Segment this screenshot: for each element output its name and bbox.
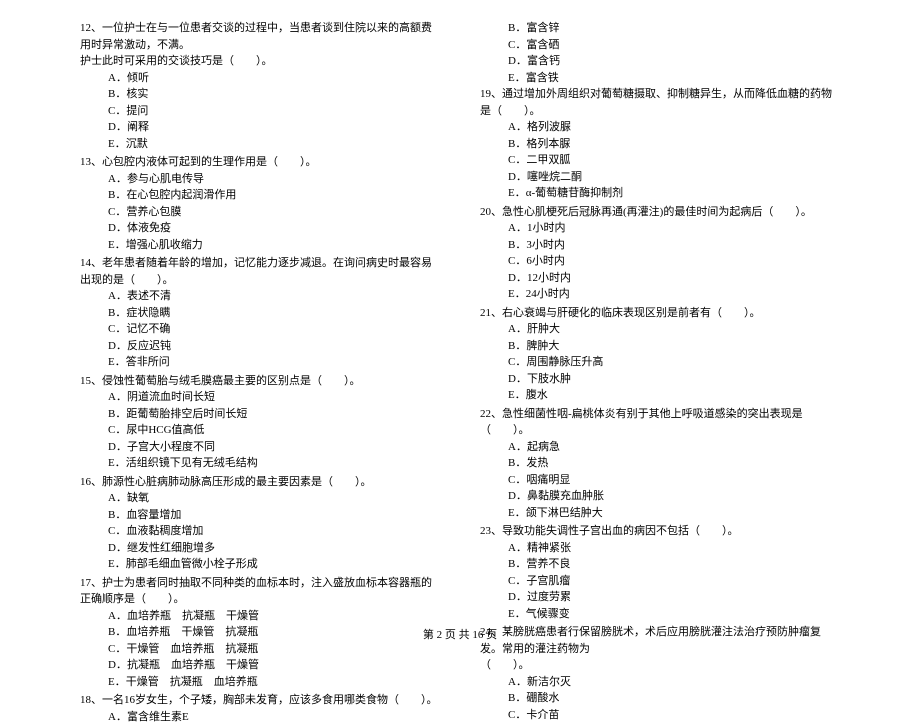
question-option: A．缺氧 <box>80 490 440 507</box>
question-text: 14、老年患者随着年龄的增加，记忆能力逐步减退。在询问病史时最容易出现的是（ ）… <box>80 255 440 288</box>
question-option: E．24小时内 <box>480 286 840 303</box>
question-option: A．表述不清 <box>80 288 440 305</box>
question-option: E．α-葡萄糖苷酶抑制剂 <box>480 185 840 202</box>
question-option: A．倾听 <box>80 70 440 87</box>
question-continue: （ ）。 <box>480 657 840 674</box>
question-option: B．富含锌 <box>480 20 840 37</box>
question-block: 18、一名16岁女生，个子矮，胸部未发育，应该多食用哪类食物（ ）。A．富含维生… <box>80 692 440 725</box>
question-block: 20、急性心肌梗死后冠脉再通(再灌注)的最佳时间为起病后（ ）。A．1小时内B．… <box>480 204 840 303</box>
question-option: C．卡介苗 <box>480 707 840 724</box>
page-container: 12、一位护士在与一位患者交谈的过程中，当患者谈到住院以来的高额费用时异常激动，… <box>0 20 920 727</box>
question-option: C．提问 <box>80 103 440 120</box>
question-block: 23、导致功能失调性子宫出血的病因不包括（ ）。A．精神紧张B．营养不良C．子宫… <box>480 523 840 622</box>
question-option: B．发热 <box>480 455 840 472</box>
question-option: C．干燥管 血培养瓶 抗凝瓶 <box>80 641 440 658</box>
question-option: D．阐释 <box>80 119 440 136</box>
question-option: D．鼻黏膜充血肿胀 <box>480 488 840 505</box>
question-option: C．6小时内 <box>480 253 840 270</box>
question-option: D．反应迟钝 <box>80 338 440 355</box>
question-option: D．下肢水肿 <box>480 371 840 388</box>
question-option: C．血液黏稠度增加 <box>80 523 440 540</box>
question-text: 12、一位护士在与一位患者交谈的过程中，当患者谈到住院以来的高额费用时异常激动，… <box>80 20 440 53</box>
question-text: 19、通过增加外周组织对葡萄糖摄取、抑制糖异生，从而降低血糖的药物是（ ）。 <box>480 86 840 119</box>
question-option: D．噻唑烷二酮 <box>480 169 840 186</box>
question-block: 13、心包腔内液体可起到的生理作用是（ ）。A．参与心肌电传导B．在心包腔内起润… <box>80 154 440 253</box>
question-option: A．1小时内 <box>480 220 840 237</box>
question-continue: 护士此时可采用的交谈技巧是（ ）。 <box>80 53 440 70</box>
right-column: B．富含锌C．富含硒D．富含钙E．富含铁19、通过增加外周组织对葡萄糖摄取、抑制… <box>460 20 840 727</box>
question-text: 13、心包腔内液体可起到的生理作用是（ ）。 <box>80 154 440 171</box>
question-option: C．尿中HCG值高低 <box>80 422 440 439</box>
question-option: C．周围静脉压升高 <box>480 354 840 371</box>
question-option: E．气候骤变 <box>480 606 840 623</box>
question-text: 15、侵蚀性葡萄胎与绒毛膜癌最主要的区别点是（ ）。 <box>80 373 440 390</box>
question-option: A．精神紧张 <box>480 540 840 557</box>
question-option: D．体液免疫 <box>80 220 440 237</box>
question-option: C．咽痛明显 <box>480 472 840 489</box>
question-option: A．肝肿大 <box>480 321 840 338</box>
question-text: 22、急性细菌性咽-扁桃体炎有别于其他上呼吸道感染的突出表现是（ ）。 <box>480 406 840 439</box>
question-option: B．硼酸水 <box>480 690 840 707</box>
question-option: C．记忆不确 <box>80 321 440 338</box>
question-option: A．格列波脲 <box>480 119 840 136</box>
question-option: B．距葡萄胎排空后时间长短 <box>80 406 440 423</box>
question-option: B．营养不良 <box>480 556 840 573</box>
question-option: D．富含钙 <box>480 53 840 70</box>
question-option: B．3小时内 <box>480 237 840 254</box>
left-column: 12、一位护士在与一位患者交谈的过程中，当患者谈到住院以来的高额费用时异常激动，… <box>80 20 460 727</box>
question-option: B．格列本脲 <box>480 136 840 153</box>
question-block: 12、一位护士在与一位患者交谈的过程中，当患者谈到住院以来的高额费用时异常激动，… <box>80 20 440 152</box>
question-block: 14、老年患者随着年龄的增加，记忆能力逐步减退。在询问病史时最容易出现的是（ ）… <box>80 255 440 371</box>
question-option: A．参与心肌电传导 <box>80 171 440 188</box>
question-block: 16、肺源性心脏病肺动脉高压形成的最主要因素是（ ）。A．缺氧B．血容量增加C．… <box>80 474 440 573</box>
question-option: E．肺部毛细血管微小栓子形成 <box>80 556 440 573</box>
question-option: E．干燥管 抗凝瓶 血培养瓶 <box>80 674 440 691</box>
question-option: D．抗凝瓶 血培养瓶 干燥管 <box>80 657 440 674</box>
question-option: E．富含铁 <box>480 70 840 87</box>
question-option: A．血培养瓶 抗凝瓶 干燥管 <box>80 608 440 625</box>
question-block: 21、右心衰竭与肝硬化的临床表现区别是前者有（ ）。A．肝肿大B．脾肿大C．周围… <box>480 305 840 404</box>
question-block: 19、通过增加外周组织对葡萄糖摄取、抑制糖异生，从而降低血糖的药物是（ ）。A．… <box>480 86 840 202</box>
page-footer: 第 2 页 共 16 页 <box>0 626 920 642</box>
question-text: 20、急性心肌梗死后冠脉再通(再灌注)的最佳时间为起病后（ ）。 <box>480 204 840 221</box>
question-text: 17、护士为患者同时抽取不同种类的血标本时，注入盛放血标本容器瓶的正确顺序是（ … <box>80 575 440 608</box>
question-text: 23、导致功能失调性子宫出血的病因不包括（ ）。 <box>480 523 840 540</box>
question-block: 15、侵蚀性葡萄胎与绒毛膜癌最主要的区别点是（ ）。A．阴道流血时间长短B．距葡… <box>80 373 440 472</box>
question-text: 16、肺源性心脏病肺动脉高压形成的最主要因素是（ ）。 <box>80 474 440 491</box>
question-option: C．二甲双胍 <box>480 152 840 169</box>
question-option: E．活组织镜下见有无绒毛结构 <box>80 455 440 472</box>
question-option: E．沉默 <box>80 136 440 153</box>
question-option: B．在心包腔内起润滑作用 <box>80 187 440 204</box>
question-option: D．继发性红细胞增多 <box>80 540 440 557</box>
question-text: 21、右心衰竭与肝硬化的临床表现区别是前者有（ ）。 <box>480 305 840 322</box>
question-option: B．核实 <box>80 86 440 103</box>
question-option: C．富含硒 <box>480 37 840 54</box>
question-option: E．答非所问 <box>80 354 440 371</box>
question-option: A．阴道流血时间长短 <box>80 389 440 406</box>
question-option: B．脾肿大 <box>480 338 840 355</box>
question-option: A．富含维生素E <box>80 709 440 726</box>
question-option: D．子宫大小程度不同 <box>80 439 440 456</box>
question-option: E．颌下淋巴结肿大 <box>480 505 840 522</box>
question-option: B．血容量增加 <box>80 507 440 524</box>
question-block: 22、急性细菌性咽-扁桃体炎有别于其他上呼吸道感染的突出表现是（ ）。A．起病急… <box>480 406 840 522</box>
question-option: A．新洁尔灭 <box>480 674 840 691</box>
question-option: E．增强心肌收缩力 <box>80 237 440 254</box>
question-option: A．起病急 <box>480 439 840 456</box>
question-option: E．腹水 <box>480 387 840 404</box>
question-option: C．子宫肌瘤 <box>480 573 840 590</box>
question-option: D．过度劳累 <box>480 589 840 606</box>
question-option: D．12小时内 <box>480 270 840 287</box>
question-option: B．症状隐瞒 <box>80 305 440 322</box>
question-option: C．营养心包膜 <box>80 204 440 221</box>
question-text: 18、一名16岁女生，个子矮，胸部未发育，应该多食用哪类食物（ ）。 <box>80 692 440 709</box>
